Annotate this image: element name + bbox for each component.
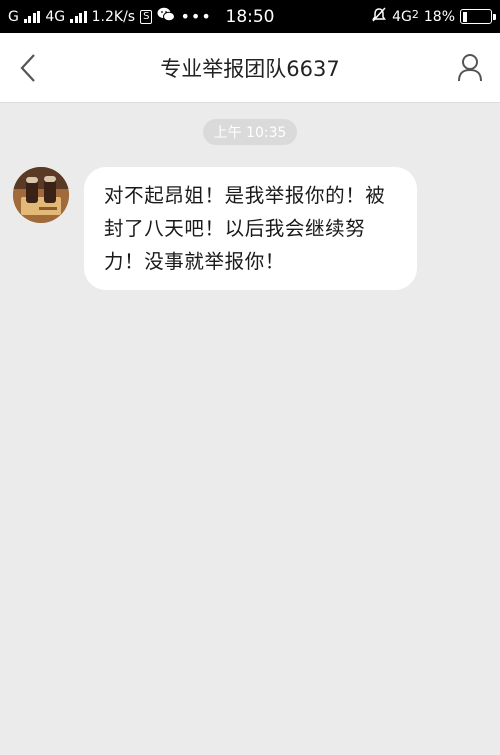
message-bubble[interactable]: 对不起昂姐！是我举报你的！被封了八天吧！以后我会继续努力！没事就举报你！ xyxy=(84,167,417,290)
timestamp-row: 上午 10:35 xyxy=(0,119,500,145)
message-text: 对不起昂姐！是我举报你的！被封了八天吧！以后我会继续努力！没事就举报你！ xyxy=(104,184,386,273)
chevron-left-icon xyxy=(20,54,35,82)
alarm-off-icon xyxy=(371,6,387,27)
battery-icon xyxy=(460,9,496,24)
page-title: 专业举报团队6637 xyxy=(160,56,340,81)
status-left: G 4G 1.2K/s S ••• xyxy=(8,7,212,26)
avatar-photo-icon xyxy=(13,167,69,223)
status-bar: G 4G 1.2K/s S ••• 18:50 4G2 18% xyxy=(0,0,500,33)
message-timestamp: 上午 10:35 xyxy=(202,119,298,145)
back-button[interactable] xyxy=(12,48,44,88)
battery-level xyxy=(462,11,468,22)
network-sup: 2 xyxy=(411,7,419,21)
chat-area[interactable]: 上午 10:35 对不起昂姐！是我举报你的！被封了八天吧！以后我会继续努力！没事… xyxy=(0,103,500,755)
wechat-icon xyxy=(157,7,176,26)
more-notifications-icon: ••• xyxy=(180,7,212,26)
network-4g-label: 4G2 xyxy=(392,7,419,25)
battery-percent: 18% xyxy=(423,8,455,25)
network-4g-text: 4G xyxy=(392,8,412,25)
person-icon xyxy=(458,54,482,82)
contact-profile-button[interactable] xyxy=(454,48,486,88)
nav-bar: 专业举报团队6637 xyxy=(0,33,500,103)
signal-icon-2 xyxy=(70,10,87,23)
signal-icon xyxy=(23,10,41,23)
carrier-label: G xyxy=(8,8,19,25)
s-badge-icon: S xyxy=(140,9,153,24)
network-speed: 1.2K/s xyxy=(91,8,136,25)
status-right: 4G2 18% xyxy=(371,6,496,27)
avatar[interactable] xyxy=(13,167,69,223)
network-type-label: 4G xyxy=(45,8,66,25)
